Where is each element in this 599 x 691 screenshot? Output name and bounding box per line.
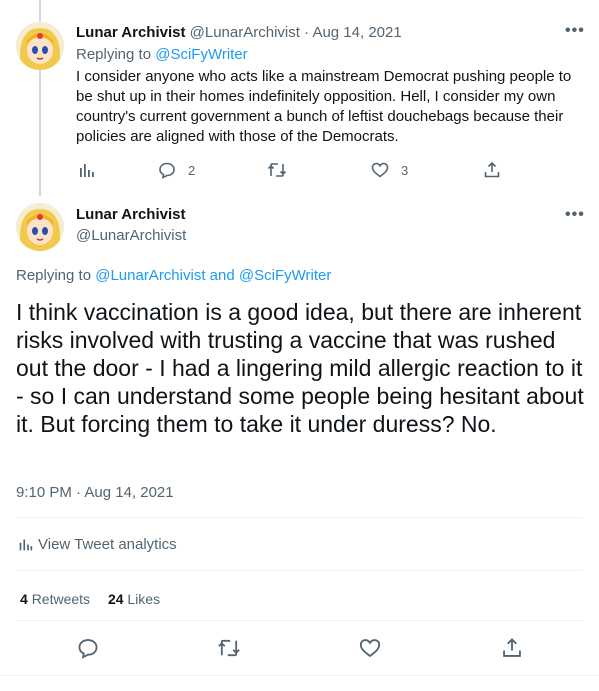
bottom-divider — [0, 675, 599, 676]
retweet-icon — [267, 163, 287, 177]
handle[interactable]: @LunarArchivist — [190, 24, 300, 41]
like-count: 3 — [401, 162, 409, 178]
divider — [16, 620, 583, 621]
avatar-image — [16, 203, 64, 251]
replying-and: and — [209, 267, 235, 284]
display-name[interactable]: Lunar Archivist — [76, 24, 185, 41]
replying-label: Replying to — [16, 267, 92, 284]
tweet-text: I consider anyone who acts like a mainst… — [76, 68, 572, 145]
engagement-stats: 4 Retweets 24 Likes — [20, 591, 160, 607]
share-button[interactable] — [501, 637, 523, 659]
replying-label: Replying to — [76, 46, 152, 63]
likes-label: Likes — [127, 591, 161, 607]
divider — [16, 517, 583, 518]
reply-icon — [159, 162, 175, 179]
separator: · — [304, 24, 310, 41]
reply-button[interactable] — [77, 637, 99, 659]
share-icon — [503, 638, 521, 657]
likes-count: 24 — [107, 591, 124, 607]
share-button[interactable] — [483, 161, 501, 179]
handle[interactable]: @LunarArchivist — [76, 227, 186, 244]
retweets-stat[interactable]: 4 Retweets — [20, 591, 94, 607]
display-name[interactable]: Lunar Archivist — [76, 206, 185, 223]
tweet-date[interactable]: Aug 14, 2021 — [312, 24, 401, 41]
replying-to: Replying to @LunarArchivist and @SciFyWr… — [16, 267, 331, 284]
tweet-timestamp[interactable]: 9:10 PM · Aug 14, 2021 — [16, 484, 174, 501]
retweet-button[interactable] — [267, 161, 287, 179]
heart-icon — [371, 162, 389, 178]
tweet-text: I think vaccination is a good idea, but … — [16, 299, 584, 437]
like-button[interactable]: 3 — [371, 161, 408, 179]
likes-stat[interactable]: 24 Likes — [108, 591, 160, 607]
avatar[interactable] — [16, 203, 64, 251]
avatar[interactable] — [16, 22, 64, 70]
more-icon[interactable]: ••• — [565, 22, 585, 40]
bar-chart-icon — [80, 164, 94, 177]
heart-icon — [359, 639, 381, 658]
replying-to-link[interactable]: @SciFyWriter — [155, 46, 247, 63]
like-button[interactable] — [359, 637, 381, 659]
share-icon — [484, 161, 500, 178]
retweet-button[interactable] — [217, 637, 241, 659]
reply-button[interactable]: 2 — [158, 161, 195, 179]
replying-to-link[interactable]: @LunarArchivist — [95, 267, 205, 284]
view-analytics-link[interactable]: View Tweet analytics — [18, 536, 177, 553]
analytics-button[interactable] — [77, 161, 95, 179]
more-icon[interactable]: ••• — [565, 206, 585, 224]
divider — [16, 570, 583, 571]
retweets-count: 4 — [20, 591, 28, 607]
bar-chart-icon — [19, 539, 33, 551]
replying-to-link[interactable]: @SciFyWriter — [239, 267, 331, 284]
tweet-header: Lunar Archivist @LunarArchivist · Aug 14… — [76, 24, 402, 41]
replying-to: Replying to @SciFyWriter — [76, 46, 248, 63]
avatar-image — [16, 22, 64, 70]
reply-icon — [78, 639, 98, 659]
analytics-label: View Tweet analytics — [38, 536, 177, 553]
reply-count: 2 — [188, 162, 196, 178]
retweets-label: Retweets — [31, 591, 91, 607]
retweet-icon — [218, 639, 240, 657]
